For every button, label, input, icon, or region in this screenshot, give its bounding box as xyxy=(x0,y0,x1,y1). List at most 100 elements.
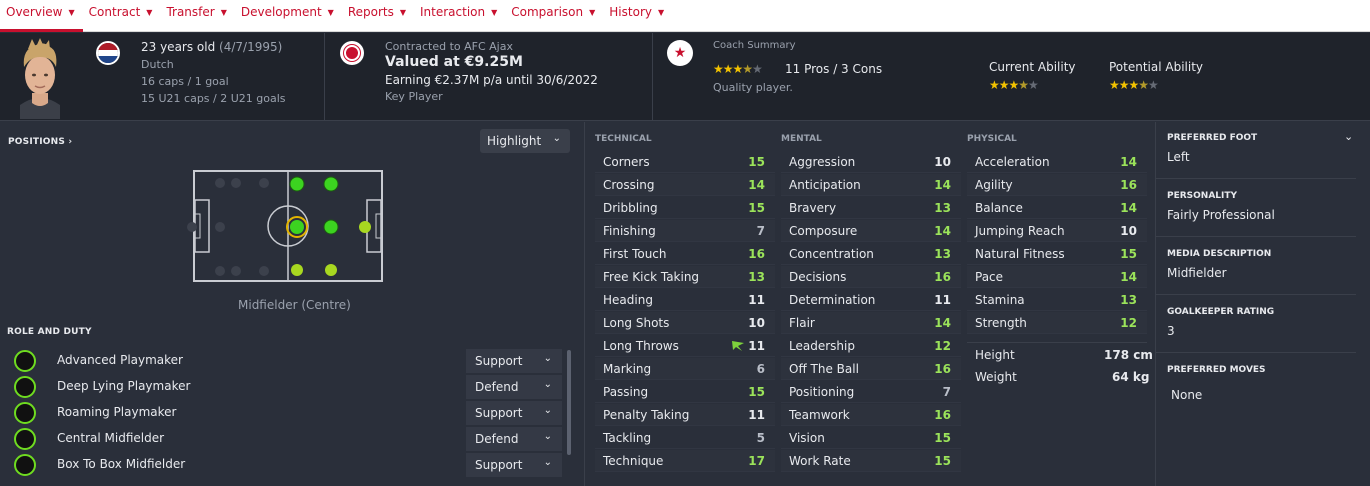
attribute-mental-row[interactable]: Teamwork 16 xyxy=(781,404,961,426)
attribute-physical-row[interactable]: Pace 14 xyxy=(967,266,1147,288)
attribute-name: First Touch xyxy=(603,247,667,261)
attribute-name: Determination xyxy=(789,293,876,307)
chevron-down-icon: ▼ xyxy=(68,8,75,17)
attribute-mental-row[interactable]: Bravery 13 xyxy=(781,197,961,219)
attribute-mental-row[interactable]: Determination 11 xyxy=(781,289,961,311)
attribute-technical-row[interactable]: Free Kick Taking 13 xyxy=(595,266,775,288)
attribute-physical-row[interactable]: Jumping Reach 10 xyxy=(967,220,1147,242)
tab-development[interactable]: Development ▼ xyxy=(235,0,342,32)
duty-dropdown[interactable]: Support ⌄ xyxy=(466,401,562,425)
attribute-mental-row[interactable]: Leadership 12 xyxy=(781,335,961,357)
role-name: Box To Box Midfielder xyxy=(57,457,186,471)
duty-label: Defend xyxy=(475,432,519,446)
role-name: Deep Lying Playmaker xyxy=(57,379,191,393)
chevron-down-icon: ▼ xyxy=(399,8,406,17)
attribute-mental-row[interactable]: Positioning 7 xyxy=(781,381,961,403)
height-label: Height xyxy=(975,348,1015,362)
role-suitability-icon xyxy=(14,376,36,398)
duty-label: Support xyxy=(475,406,523,420)
attribute-physical-row[interactable]: Stamina 13 xyxy=(967,289,1147,311)
attribute-technical-row[interactable]: Long Throws 11 xyxy=(595,335,775,357)
tab-contract[interactable]: Contract ▼ xyxy=(83,0,161,32)
attribute-technical-row[interactable]: Technique 17 xyxy=(595,450,775,472)
preferred-foot-value: Left xyxy=(1167,150,1190,164)
attribute-technical-row[interactable]: Dribbling 15 xyxy=(595,197,775,219)
attribute-mental-row[interactable]: Off The Ball 16 xyxy=(781,358,961,380)
role-row[interactable]: Roaming Playmaker Support ⌄ xyxy=(14,401,564,425)
attribute-technical-row[interactable]: Corners 15 xyxy=(595,151,775,173)
attribute-mental-row[interactable]: Concentration 13 xyxy=(781,243,961,265)
attribute-technical-row[interactable]: Tackling 5 xyxy=(595,427,775,449)
role-row[interactable]: Central Midfielder Defend ⌄ xyxy=(14,427,564,451)
highlight-dropdown[interactable]: Highlight ⌄ xyxy=(480,129,570,153)
attribute-technical-row[interactable]: Crossing 14 xyxy=(595,174,775,196)
attribute-technical-row[interactable]: Penalty Taking 11 xyxy=(595,404,775,426)
tab-label: Comparison xyxy=(511,5,584,19)
tab-history[interactable]: History ▼ xyxy=(603,0,672,32)
duty-dropdown[interactable]: Support ⌄ xyxy=(466,349,562,373)
chevron-down-icon: ▼ xyxy=(146,8,153,17)
attribute-value: 14 xyxy=(748,178,765,192)
attribute-mental-row[interactable]: Decisions 16 xyxy=(781,266,961,288)
attribute-technical-row[interactable]: Marking 6 xyxy=(595,358,775,380)
attribute-value: 13 xyxy=(934,247,951,261)
attribute-mental-row[interactable]: Aggression 10 xyxy=(781,151,961,173)
tab-interaction[interactable]: Interaction ▼ xyxy=(414,0,505,32)
duty-dropdown[interactable]: Support ⌄ xyxy=(466,453,562,477)
attribute-physical-row[interactable]: Natural Fitness 15 xyxy=(967,243,1147,265)
tab-overview[interactable]: Overview ▼ xyxy=(0,0,83,32)
attribute-value: 13 xyxy=(1120,293,1137,307)
attribute-technical-row[interactable]: Finishing 7 xyxy=(595,220,775,242)
attribute-technical-row[interactable]: Heading 11 xyxy=(595,289,775,311)
attribute-value: 15 xyxy=(934,454,951,468)
attribute-value: 10 xyxy=(934,155,951,169)
top-nav: Overview ▼ Contract ▼ Transfer ▼ Development ▼ R… xyxy=(0,0,1370,32)
attribute-mental-row[interactable]: Vision 15 xyxy=(781,427,961,449)
chevron-down-icon: ▼ xyxy=(491,8,498,17)
role-row[interactable]: Deep Lying Playmaker Defend ⌄ xyxy=(14,375,564,399)
attribute-value: 12 xyxy=(934,339,951,353)
media-description-label: MEDIA DESCRIPTION xyxy=(1167,249,1272,259)
attribute-mental-row[interactable]: Flair 14 xyxy=(781,312,961,334)
positions-title[interactable]: POSITIONS › xyxy=(8,137,72,147)
role-row[interactable]: Advanced Playmaker Support ⌄ xyxy=(14,349,564,373)
club-badge-icon[interactable] xyxy=(340,41,364,65)
role-row[interactable]: Box To Box Midfielder Support ⌄ xyxy=(14,453,564,477)
chevron-down-icon: ▼ xyxy=(220,8,227,17)
personality-value: Fairly Professional xyxy=(1167,208,1275,222)
attribute-value: 11 xyxy=(934,293,951,307)
attribute-physical-row[interactable]: Balance 14 xyxy=(967,197,1147,219)
duty-dropdown[interactable]: Defend ⌄ xyxy=(466,427,562,451)
player-age: 23 years old xyxy=(141,40,216,54)
chevron-down-icon: ⌄ xyxy=(543,405,552,416)
attribute-name: Jumping Reach xyxy=(975,224,1065,238)
attribute-technical-row[interactable]: First Touch 16 xyxy=(595,243,775,265)
role-suitability-icon xyxy=(14,454,36,476)
tab-transfer[interactable]: Transfer ▼ xyxy=(160,0,234,32)
attribute-physical-row[interactable]: Acceleration 14 xyxy=(967,151,1147,173)
nationality-flag-icon xyxy=(96,41,120,65)
attribute-mental-row[interactable]: Composure 14 xyxy=(781,220,961,242)
attribute-technical-row[interactable]: Long Shots 10 xyxy=(595,312,775,334)
attribute-technical-row[interactable]: Passing 15 xyxy=(595,381,775,403)
attribute-value: 13 xyxy=(934,201,951,215)
attribute-mental-row[interactable]: Anticipation 14 xyxy=(781,174,961,196)
attribute-value: 16 xyxy=(1120,178,1137,192)
attribute-value: 14 xyxy=(934,316,951,330)
attribute-physical-row[interactable]: Strength 12 xyxy=(967,312,1147,334)
attribute-name: Decisions xyxy=(789,270,847,284)
potential-ability-label: Potential Ability xyxy=(1109,60,1204,74)
tab-comparison[interactable]: Comparison ▼ xyxy=(505,0,603,32)
duty-dropdown[interactable]: Defend ⌄ xyxy=(466,375,562,399)
attribute-physical-row[interactable]: Agility 16 xyxy=(967,174,1147,196)
attribute-name: Pace xyxy=(975,270,1004,284)
tab-label: Overview xyxy=(6,5,63,19)
coach-pros-cons[interactable]: 11 Pros / 3 Cons xyxy=(785,62,882,76)
attribute-name: Dribbling xyxy=(603,201,658,215)
tab-reports[interactable]: Reports ▼ xyxy=(342,0,414,32)
attribute-value: 10 xyxy=(748,316,765,330)
roles-scrollbar[interactable] xyxy=(567,350,571,455)
chevron-down-icon[interactable]: ⌄ xyxy=(1344,130,1353,143)
attribute-mental-row[interactable]: Work Rate 15 xyxy=(781,450,961,472)
role-name: Advanced Playmaker xyxy=(57,353,183,367)
